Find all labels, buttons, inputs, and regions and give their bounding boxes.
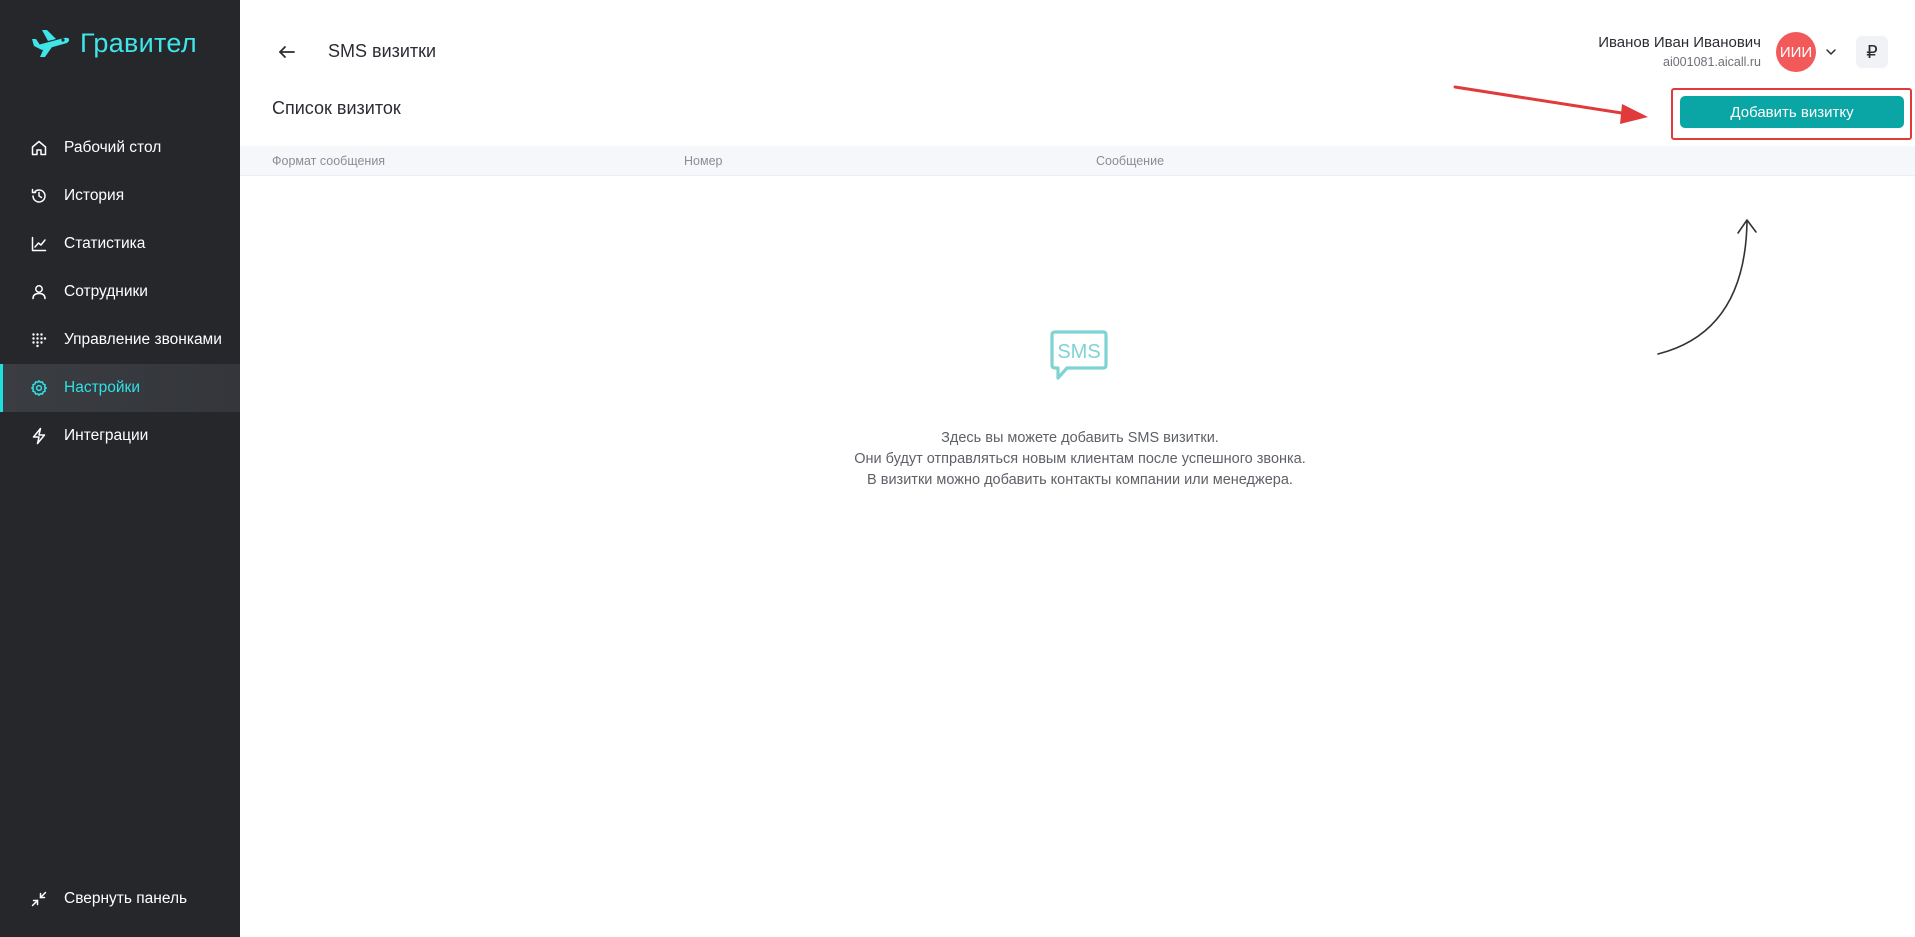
sidebar-nav: Рабочий стол История Статистика Сотрудни… (0, 124, 240, 460)
collapse-icon (30, 890, 48, 908)
user-domain: ai001081.aicall.ru (1663, 55, 1761, 69)
sidebar-item-settings[interactable]: Настройки (0, 364, 240, 412)
sidebar-item-label: Рабочий стол (64, 139, 162, 156)
sidebar-item-label: Интеграции (64, 427, 149, 444)
annotation-red-arrow (1453, 85, 1648, 124)
brand-name: Гравител (80, 27, 197, 58)
arrow-left-icon (279, 46, 295, 58)
empty-state-line: В визитки можно добавить контакты компан… (867, 472, 1293, 488)
sidebar-item-label: Сотрудники (64, 283, 148, 300)
collapse-panel-button[interactable]: Свернуть панель (0, 875, 240, 923)
page-title: SMS визитки (328, 41, 437, 61)
sidebar-item-label: Управление звонками (64, 331, 222, 348)
plane-icon (32, 30, 70, 57)
sidebar-item-history[interactable]: История (0, 172, 240, 220)
section-title: Список визиток (272, 98, 401, 118)
chart-icon (30, 235, 48, 253)
sidebar-item-dashboard[interactable]: Рабочий стол (0, 124, 240, 172)
user-name: Иванов Иван Иванович (1598, 34, 1761, 51)
back-button[interactable] (275, 40, 299, 64)
home-icon (30, 139, 48, 157)
collapse-panel-label: Свернуть панель (64, 890, 188, 907)
chevron-down-icon[interactable] (1823, 44, 1839, 60)
lightning-icon (30, 427, 48, 445)
add-card-button[interactable]: Добавить визитку (1680, 96, 1904, 128)
sidebar-item-integrations[interactable]: Интеграции (0, 412, 240, 460)
dialpad-icon (30, 331, 48, 349)
sidebar-item-label: Статистика (64, 235, 146, 252)
empty-state-line: Здесь вы можете добавить SMS визитки. (941, 430, 1219, 446)
sidebar-item-employees[interactable]: Сотрудники (0, 268, 240, 316)
history-icon (30, 187, 48, 205)
sidebar-item-label: Настройки (64, 379, 141, 396)
user-icon (30, 283, 48, 301)
sidebar-item-label: История (64, 187, 125, 204)
sms-icon-text: SMS (1057, 341, 1100, 363)
empty-state-line: Они будут отправляться новым клиентам по… (854, 451, 1306, 467)
gear-icon (30, 379, 48, 397)
ruble-icon: ₽ (1866, 41, 1878, 62)
avatar[interactable]: ИИИ (1776, 32, 1816, 72)
balance-button[interactable]: ₽ (1856, 36, 1888, 68)
table-header: Формат сообщения Номер Сообщение (240, 146, 1915, 176)
sms-bubble-icon: SMS (1050, 330, 1108, 380)
column-header-message[interactable]: Сообщение (1096, 154, 1164, 168)
sidebar: Гравител Рабочий стол История Статистика… (0, 0, 240, 937)
column-header-number[interactable]: Номер (684, 154, 722, 168)
logo[interactable]: Гравител (30, 26, 197, 60)
sidebar-item-stats[interactable]: Статистика (0, 220, 240, 268)
user-info[interactable]: Иванов Иван Иванович ai001081.aicall.ru (1598, 33, 1761, 71)
column-header-format[interactable]: Формат сообщения (272, 154, 385, 168)
sidebar-item-calls[interactable]: Управление звонками (0, 316, 240, 364)
empty-state-text: Здесь вы можете добавить SMS визитки. Он… (760, 428, 1400, 491)
annotation-curved-arrow (1657, 219, 1757, 355)
